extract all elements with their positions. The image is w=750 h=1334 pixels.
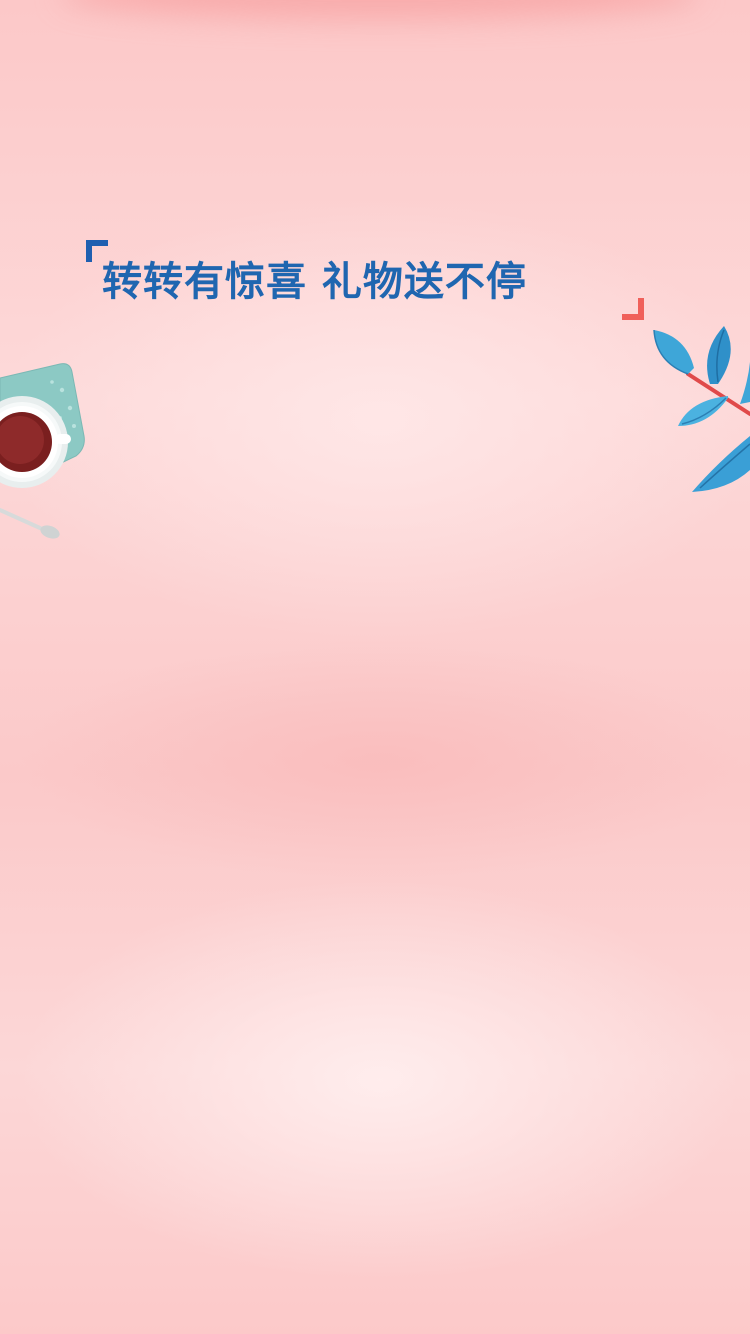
- coffee-cup-icon: [0, 363, 85, 539]
- headline-title: 转转有惊喜 礼物送不停: [102, 259, 527, 305]
- leaf-branch-icon: [653, 326, 750, 492]
- headline-banner: 转转有惊喜 礼物送不停: [86, 240, 652, 324]
- page-background: 转转有惊喜 礼物送不停: [0, 0, 750, 1334]
- top-glow: [60, 0, 700, 20]
- right-bracket-decoration: [622, 298, 644, 320]
